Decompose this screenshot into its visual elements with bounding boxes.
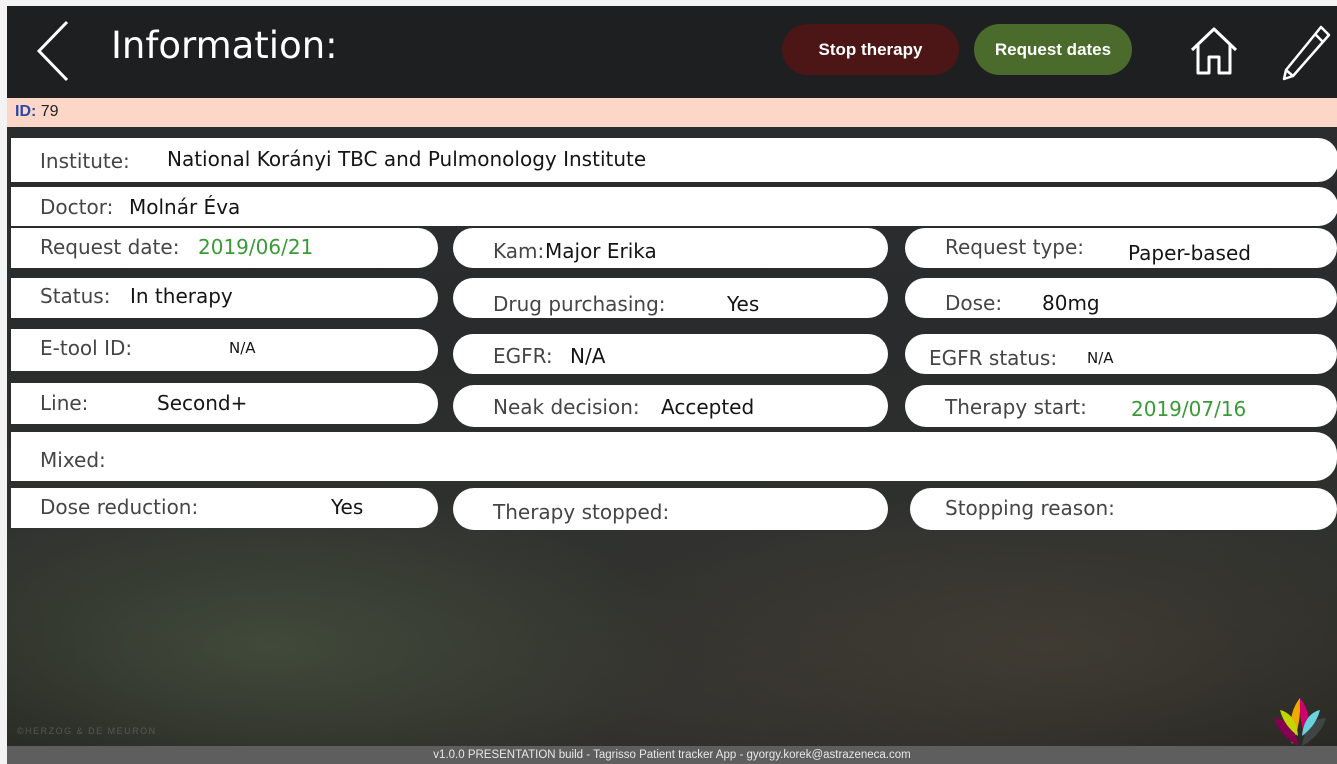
kam-field[interactable]: Kam: Major Erika <box>453 228 888 268</box>
header-bar: Information: Stop therapy Request dates <box>7 6 1337 98</box>
request-type-label: Request type: <box>945 235 1085 259</box>
therapy-start-label: Therapy start: <box>945 395 1087 419</box>
egfr-value: N/A <box>570 344 606 368</box>
drug-purchasing-value: Yes <box>727 292 760 316</box>
kam-value: Major Erika <box>545 239 657 263</box>
therapy-stopped-field[interactable]: Therapy stopped: <box>453 488 888 530</box>
request-date-value: 2019/06/21 <box>198 235 314 259</box>
dose-reduction-value: Yes <box>331 495 364 519</box>
dose-label: Dose: <box>945 291 1003 315</box>
neak-decision-field[interactable]: Neak decision: Accepted <box>453 385 888 427</box>
request-date-label: Request date: <box>40 235 180 259</box>
drug-purchasing-field[interactable]: Drug purchasing: Yes <box>453 278 888 318</box>
institute-value: National Korányi TBC and Pulmonology Ins… <box>167 147 647 171</box>
doctor-label: Doctor: <box>40 195 114 219</box>
institute-field[interactable]: Institute: National Korányi TBC and Pulm… <box>11 138 1337 182</box>
therapy-stopped-label: Therapy stopped: <box>493 500 670 524</box>
request-date-field[interactable]: Request date: 2019/06/21 <box>11 228 438 268</box>
id-label: ID: <box>15 103 37 120</box>
pencil-icon[interactable] <box>1281 24 1331 82</box>
doctor-field[interactable]: Doctor: Molnár Éva <box>11 187 1337 226</box>
etool-id-label: E-tool ID: <box>40 336 133 360</box>
stopping-reason-field[interactable]: Stopping reason: <box>910 488 1337 530</box>
footer-bar: v1.0.0 PRESENTATION build - Tagrisso Pat… <box>7 746 1337 764</box>
back-chevron-icon[interactable] <box>33 20 73 82</box>
neak-decision-label: Neak decision: <box>493 395 640 419</box>
egfr-status-label: EGFR status: <box>929 346 1058 370</box>
id-value: 79 <box>40 103 59 120</box>
etool-id-field[interactable]: E-tool ID: N/A <box>11 329 438 371</box>
institute-label: Institute: <box>40 149 130 173</box>
drug-purchasing-label: Drug purchasing: <box>493 292 666 316</box>
therapy-start-value: 2019/07/16 <box>1131 397 1247 421</box>
line-value: Second+ <box>157 391 248 415</box>
line-field[interactable]: Line: Second+ <box>11 383 438 424</box>
mixed-field[interactable]: Mixed: <box>11 432 1337 481</box>
home-icon[interactable] <box>1189 26 1239 76</box>
egfr-field[interactable]: EGFR: N/A <box>453 334 888 374</box>
kam-label: Kam: <box>493 239 545 263</box>
request-type-value: Paper-based <box>1128 241 1251 265</box>
therapy-start-field[interactable]: Therapy start: 2019/07/16 <box>905 385 1337 427</box>
astrazeneca-logo <box>1274 698 1326 746</box>
mixed-label: Mixed: <box>40 448 106 472</box>
neak-decision-value: Accepted <box>661 395 755 419</box>
doctor-value: Molnár Éva <box>129 195 241 219</box>
background-watermark: ©HERZOG & DE MEURON <box>17 726 157 736</box>
dose-field[interactable]: Dose: 80mg <box>905 278 1337 318</box>
etool-id-value: N/A <box>229 339 256 357</box>
id-bar: ID: 79 <box>7 98 1337 127</box>
status-label: Status: <box>40 284 111 308</box>
status-field[interactable]: Status: In therapy <box>11 278 438 318</box>
dose-reduction-label: Dose reduction: <box>40 495 199 519</box>
stop-therapy-button[interactable]: Stop therapy <box>782 24 959 75</box>
egfr-status-field[interactable]: EGFR status: N/A <box>905 334 1337 374</box>
dose-value: 80mg <box>1042 291 1100 315</box>
request-dates-button[interactable]: Request dates <box>974 24 1132 75</box>
app-screen: Information: Stop therapy Request dates … <box>7 6 1337 764</box>
egfr-status-value: N/A <box>1087 349 1114 367</box>
status-value: In therapy <box>130 284 233 308</box>
stopping-reason-label: Stopping reason: <box>945 496 1115 520</box>
egfr-label: EGFR: <box>493 344 553 368</box>
page-title: Information: <box>111 24 338 67</box>
line-label: Line: <box>40 391 89 415</box>
request-type-field[interactable]: Request type: Paper-based <box>905 228 1337 268</box>
dose-reduction-field[interactable]: Dose reduction: Yes <box>11 488 438 528</box>
